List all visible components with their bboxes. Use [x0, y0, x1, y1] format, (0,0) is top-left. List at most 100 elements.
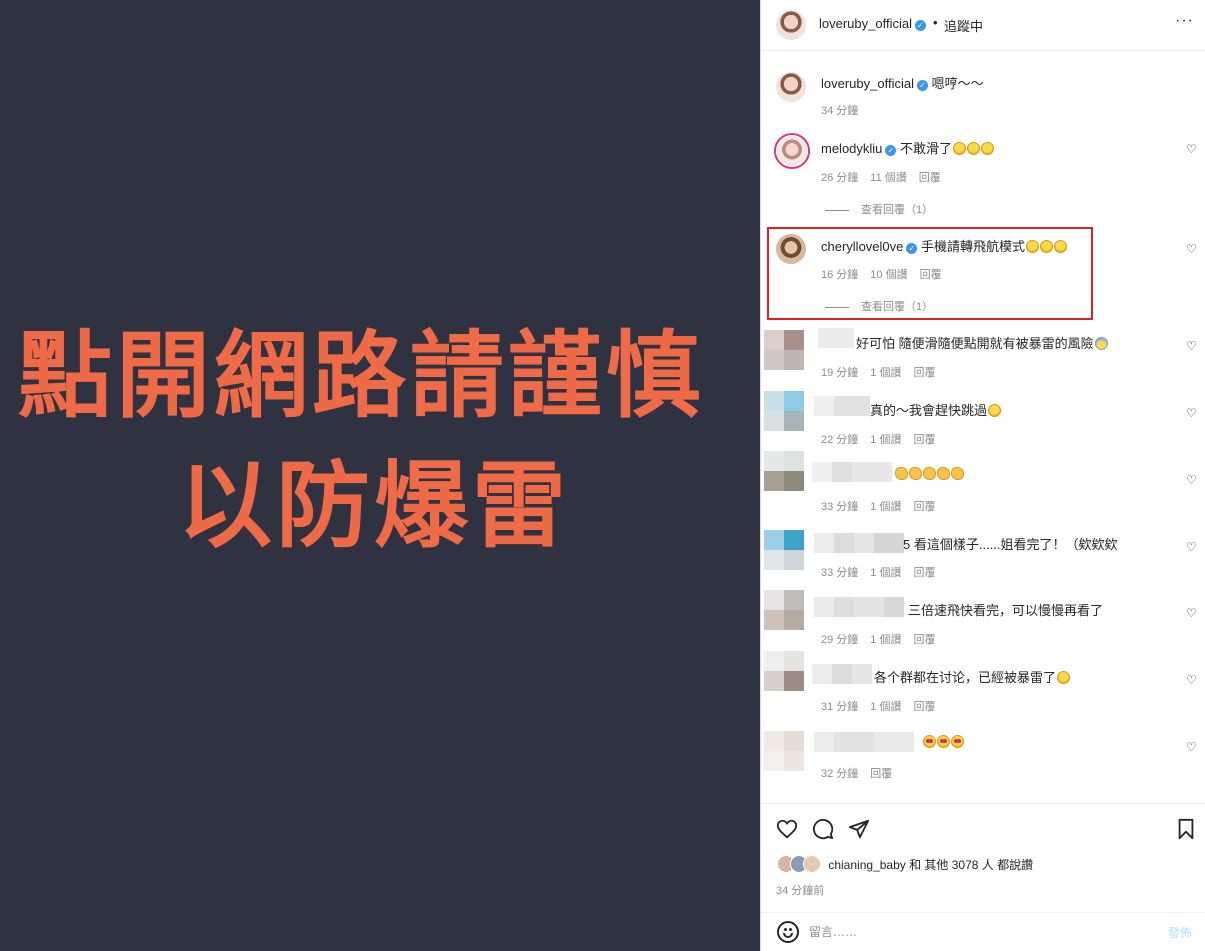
avatar[interactable] [764, 590, 804, 630]
divider [825, 209, 849, 211]
comment-time: 22 分鐘 [821, 434, 859, 446]
reply-button[interactable]: 回覆 [913, 367, 935, 379]
comment-username[interactable]: melodykliu [821, 141, 882, 156]
comment-like-heart-icon[interactable]: ♡ [1186, 339, 1197, 353]
comment-meta: 26 分鐘 11 個讚 回覆 [821, 169, 953, 185]
comment-username[interactable]: cheryllovel0ve [821, 239, 903, 254]
comment-icon[interactable] [812, 818, 834, 844]
caption: loveruby_official ✓ 嗯哼～～ [821, 73, 984, 92]
comment-likes[interactable]: 1 個讚 [870, 501, 901, 513]
comment-like-heart-icon[interactable]: ♡ [1186, 540, 1197, 554]
comment-composer: 發佈 [761, 912, 1205, 951]
grinning-emoji-icon [988, 404, 1002, 417]
likes-summary[interactable]: chianing_baby 和 其他 3078 人 都說讚 [777, 855, 1033, 873]
comment-text: 真的～我會趕快跳過 [870, 400, 1002, 419]
caption-time: 34 分鐘 [821, 105, 859, 117]
redacted-username [818, 328, 854, 348]
heart-icon[interactable] [776, 818, 798, 844]
username-link[interactable]: loveruby_official [819, 16, 912, 31]
reply-button[interactable]: 回覆 [913, 501, 935, 513]
avatar[interactable] [764, 391, 804, 431]
comment-likes[interactable]: 1 個讚 [870, 634, 901, 646]
laughing-emoji-icon [967, 142, 981, 155]
reply-button[interactable]: 回覆 [913, 434, 935, 446]
comment-input[interactable] [809, 922, 1139, 942]
emoji-icon[interactable] [777, 921, 799, 943]
caption-meta: 34 分鐘 [821, 102, 870, 118]
comment-likes[interactable]: 1 個讚 [870, 567, 901, 579]
comment-time: 26 分鐘 [821, 172, 859, 184]
redacted-username [814, 597, 904, 617]
reply-button[interactable]: 回覆 [913, 567, 935, 579]
avatar[interactable] [776, 10, 806, 40]
post-comment-button[interactable]: 發佈 [1168, 924, 1192, 941]
comment-time: 33 分鐘 [821, 567, 859, 579]
view-replies-label: 查看回覆（1） [861, 204, 934, 216]
reply-button[interactable]: 回覆 [870, 768, 892, 780]
comment-likes[interactable]: 1 個讚 [870, 367, 901, 379]
bookmark-icon[interactable] [1175, 818, 1197, 844]
avatar[interactable] [777, 136, 807, 166]
header-username[interactable]: loveruby_official ✓ [819, 16, 926, 31]
reply-button[interactable]: 回覆 [919, 172, 941, 184]
comment-body: 各个群都在讨论，已經被暴雷了 [874, 670, 1057, 685]
reply-button[interactable]: 回覆 [913, 701, 935, 713]
view-replies-label: 查看回覆（1） [861, 301, 934, 313]
comment-like-heart-icon[interactable]: ♡ [1186, 606, 1197, 620]
comment-like-heart-icon[interactable]: ♡ [1186, 242, 1197, 256]
comment-likes[interactable]: 1 個讚 [870, 701, 901, 713]
comment-time: 19 分鐘 [821, 367, 859, 379]
comment-body: 5 看這個樣子......姐看完了！（欸欸欸 [903, 537, 1118, 552]
comment-likes[interactable]: 11 個讚 [870, 172, 906, 184]
comment-like-heart-icon[interactable]: ♡ [1186, 473, 1197, 487]
comment-text: 各个群都在讨论，已經被暴雷了 [874, 667, 1071, 686]
reply-button[interactable]: 回覆 [920, 269, 942, 281]
view-replies-button[interactable]: 查看回覆（1） [825, 298, 933, 314]
comment-like-heart-icon[interactable]: ♡ [1186, 406, 1197, 420]
divider [825, 306, 849, 308]
comment-body: 三倍速飛快看完，可以慢慢再看了 [908, 603, 1104, 618]
post-time[interactable]: 34 分鐘前 [776, 882, 824, 898]
verified-badge-icon: ✓ [916, 80, 928, 91]
fearful-emoji-icon [1094, 337, 1108, 350]
comment-like-heart-icon[interactable]: ♡ [1186, 142, 1197, 156]
caption-text: 嗯哼～～ [931, 76, 984, 91]
laughing-emoji-icon [1026, 240, 1040, 253]
comment-text [922, 734, 964, 749]
comment-text: 5 看這個樣子......姐看完了！（欸欸欸 [903, 534, 1118, 553]
avatar[interactable] [776, 234, 806, 264]
more-options-icon[interactable]: ··· [1175, 12, 1194, 30]
avatar[interactable] [764, 330, 804, 370]
post-image[interactable]: 點開網路請謹慎 以防爆雷 [0, 0, 760, 951]
avatar[interactable] [764, 530, 804, 570]
comment-time: 29 分鐘 [821, 634, 859, 646]
view-replies-button[interactable]: 查看回覆（1） [825, 201, 933, 217]
likes-count-text[interactable]: 和 其他 3078 人 都說讚 [909, 858, 1033, 872]
comment-meta: 16 分鐘 10 個讚 回覆 [821, 266, 954, 282]
comment-time: 16 分鐘 [821, 269, 859, 281]
comment-text: cheryllovel0ve ✓ 手機請轉飛航模式 [821, 236, 1068, 255]
reply-button[interactable]: 回覆 [913, 634, 935, 646]
redacted-username [814, 396, 870, 416]
comment-like-heart-icon[interactable]: ♡ [1186, 740, 1197, 754]
avatar[interactable] [776, 72, 806, 102]
avatar[interactable] [764, 651, 804, 691]
follow-status-button[interactable]: 追蹤中 [944, 16, 983, 35]
clapping-emoji-icon [951, 467, 964, 480]
heart-eyes-emoji-icon [923, 735, 936, 748]
avatar[interactable] [764, 731, 804, 771]
redacted-username [814, 533, 904, 553]
comment-likes[interactable]: 1 個讚 [870, 434, 901, 446]
comment-like-heart-icon[interactable]: ♡ [1186, 673, 1197, 687]
caption-username[interactable]: loveruby_official [821, 76, 914, 91]
comment-meta: 33 分鐘 1 個讚 回覆 [821, 564, 947, 580]
comment-likes[interactable]: 10 個讚 [870, 269, 907, 281]
avatar [803, 855, 821, 873]
share-icon[interactable] [848, 818, 870, 844]
avatar[interactable] [764, 451, 804, 491]
laughing-emoji-icon [953, 142, 967, 155]
heart-eyes-emoji-icon [937, 735, 950, 748]
comment-text: 好可怕 隨便滑隨便點開就有被暴雷的風險 [856, 333, 1108, 352]
comments-panel: loveruby_official ✓ • 追蹤中 ··· loveruby_of… [760, 0, 1205, 951]
liker-username[interactable]: chianing_baby [828, 858, 905, 872]
